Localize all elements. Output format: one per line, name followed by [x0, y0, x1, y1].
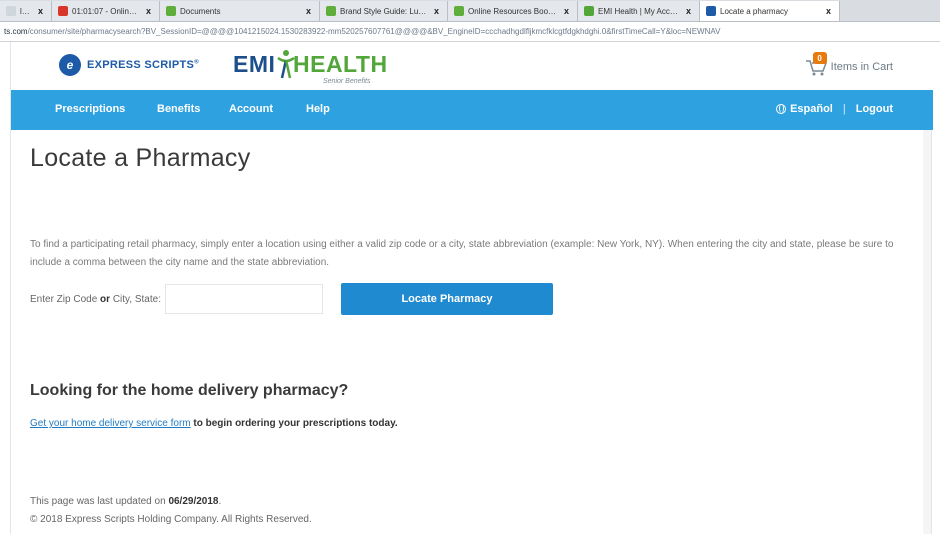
locate-pharmacy-button[interactable]: Locate Pharmacy [341, 283, 553, 315]
tab-title: Locate a pharmacy [720, 6, 789, 16]
health-wordmark: HEALTH [293, 51, 388, 77]
home-delivery-form-link[interactable]: Get your home delivery service form [30, 418, 191, 429]
last-updated: This page was last updated on 06/29/2018… [30, 496, 222, 507]
shopping-cart-icon: 0 [805, 52, 827, 76]
nav-help[interactable]: Help [306, 103, 330, 115]
nav-benefits[interactable]: Benefits [157, 103, 200, 115]
tab-title: lth.co [20, 6, 32, 16]
espanol-link[interactable]: Español [790, 103, 833, 115]
tab-favicon-icon [166, 6, 176, 16]
address-host: ts.com [4, 27, 28, 36]
tab-favicon-icon [584, 6, 594, 16]
nav-prescriptions[interactable]: Prescriptions [55, 103, 125, 115]
emi-tagline: Senior Benefits [323, 78, 371, 85]
express-scripts-logo[interactable]: e EXPRESS SCRIPTS® [59, 54, 199, 76]
cart-label: Items in Cart [830, 61, 893, 73]
browser-tab[interactable]: 01:01:07 - Online resourc x [52, 1, 160, 21]
page-title: Locate a Pharmacy [30, 144, 251, 172]
locate-form: Enter Zip Code or City, State: Locate Ph… [30, 283, 553, 315]
main-nav: Prescriptions Benefits Account Help Espa… [11, 90, 933, 130]
emi-wordmark: EMI [233, 51, 276, 77]
express-scripts-globe-icon: e [59, 54, 81, 76]
copyright: © 2018 Express Scripts Holding Company. … [30, 514, 312, 525]
globe-icon [776, 104, 787, 114]
nav-separator: | [842, 103, 846, 115]
browser-tab[interactable]: EMI Health | My Account x [578, 1, 700, 21]
tab-title: Documents [180, 6, 221, 16]
tab-favicon-icon [326, 6, 336, 16]
emi-health-logo[interactable]: EMI HEALTH Senior Benefits [233, 48, 403, 88]
tab-close-icon[interactable]: x [434, 6, 439, 16]
browser-tab[interactable]: Documents x [160, 1, 320, 21]
site-header: e EXPRESS SCRIPTS® EMI HEALTH Senior Ben… [11, 42, 933, 90]
address-path: /consumer/site/pharmacysearch?BV_Session… [27, 27, 721, 36]
tab-close-icon[interactable]: x [826, 6, 831, 16]
home-delivery-text: Get your home delivery service form to b… [30, 418, 398, 429]
tab-title: EMI Health | My Account [598, 6, 680, 16]
express-scripts-wordmark: EXPRESS SCRIPTS® [87, 59, 199, 71]
browser-tab[interactable]: Brand Style Guide: Lucid x [320, 1, 448, 21]
browser-tab[interactable]: Locate a pharmacy x [700, 1, 840, 21]
tab-close-icon[interactable]: x [564, 6, 569, 16]
tab-favicon-icon [454, 6, 464, 16]
home-delivery-suffix: to begin ordering your prescriptions tod… [190, 418, 398, 429]
home-delivery-heading: Looking for the home delivery pharmacy? [30, 382, 349, 399]
intro-text: To find a participating retail pharmacy,… [30, 239, 894, 268]
cart-link[interactable]: 0 Items in Cart [805, 52, 893, 76]
tab-title: Online Resources Booklet [468, 6, 558, 16]
tab-close-icon[interactable]: x [38, 6, 43, 16]
scrollbar-track[interactable] [923, 130, 931, 534]
browser-tab[interactable]: Online Resources Booklet x [448, 1, 578, 21]
browser-tab-strip: lth.cox01:01:07 - Online resourcxDocumen… [0, 0, 940, 22]
tab-close-icon[interactable]: x [146, 6, 151, 16]
last-updated-date: 06/29/2018 [168, 496, 219, 507]
tab-favicon-icon [6, 6, 16, 16]
tab-title: 01:01:07 - Online resourc [72, 6, 140, 16]
tab-title: Brand Style Guide: Lucid [340, 6, 428, 16]
zip-city-state-input[interactable] [165, 284, 323, 314]
nav-account[interactable]: Account [229, 103, 273, 115]
tab-close-icon[interactable]: x [306, 6, 311, 16]
cart-count-badge: 0 [812, 52, 827, 64]
address-bar[interactable]: ts.com/consumer/site/pharmacysearch?BV_S… [0, 22, 940, 42]
logout-link[interactable]: Logout [856, 103, 893, 115]
tab-close-icon[interactable]: x [686, 6, 691, 16]
zip-field-label: Enter Zip Code or City, State: [30, 293, 161, 305]
tab-favicon-icon [58, 6, 68, 16]
nav-utility-links: Español | Logout [776, 103, 893, 115]
tab-favicon-icon [706, 6, 716, 16]
browser-tab[interactable]: lth.co x [0, 1, 52, 21]
